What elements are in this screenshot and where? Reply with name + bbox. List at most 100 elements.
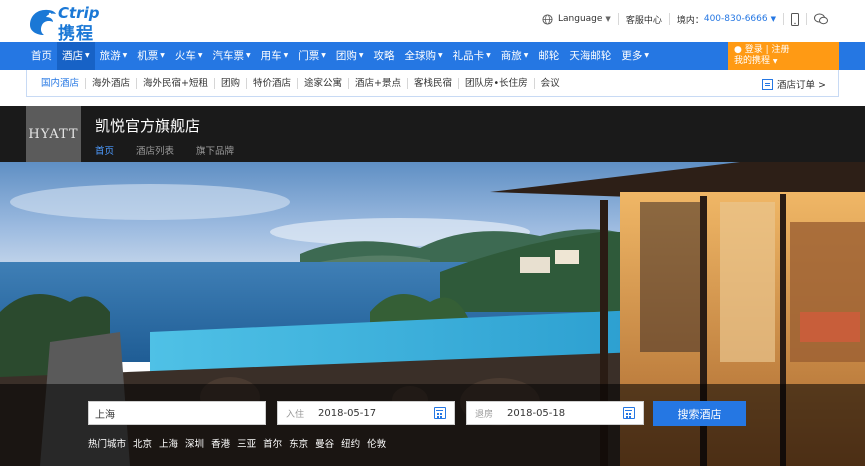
nav-item[interactable]: 更多 ▼ [616,42,654,70]
calendar-icon[interactable] [434,407,446,419]
top-right-links: Language ▼ 客服中心 境内： 400-830-6666 ▼ [535,11,835,27]
language-label: Language [558,14,603,24]
brand-tab[interactable]: 酒店列表 [136,143,174,157]
hot-city-link[interactable]: 伦敦 [367,436,386,450]
chevron-down-icon: ▼ [644,52,649,59]
hot-city-link[interactable]: 北京 [133,436,152,450]
hot-city-link[interactable]: 深圳 [185,436,204,450]
login-row: ● 登录 | 注册 [734,45,833,56]
hot-city-link[interactable]: 香港 [211,436,230,450]
sub-nav-items: 国内酒店 海外酒店 海外民宿+短租 团购 特价酒店 途家公寓 酒店+景点 客栈民宿 团队房•长住… [27,70,838,96]
nav-item-label: 更多 [621,50,643,62]
destination-value: 上海 [95,409,115,421]
nav-item[interactable]: 火车 ▼ [170,42,208,70]
sub-nav-item[interactable]: 特价酒店 [246,77,297,89]
checkin-label: 入住 [286,409,305,420]
nav-item[interactable]: 天海邮轮 [564,42,616,70]
nav-item[interactable]: 用车 ▼ [256,42,294,70]
logo-text-cn: 携程 [58,24,94,44]
checkout-label: 退房 [475,409,494,420]
hotel-orders-link[interactable]: 酒店订单 > [762,77,826,91]
nav-item[interactable]: 旅游 ▼ [95,42,133,70]
destination-input[interactable]: 上海 [88,401,266,425]
nav-item[interactable]: 礼品卡 ▼ [448,42,496,70]
nav-item-label: 团购 [335,50,357,62]
my-ctrip-row[interactable]: 我的携程 ▼ [734,56,833,67]
chevron-down-icon: ▼ [197,52,203,59]
phone-selector[interactable]: 境内： 400-830-6666 ▼ [668,13,783,26]
hotel-orders-label: 酒店订单 > [777,80,826,91]
hot-city-link[interactable]: 纽约 [341,436,360,450]
chevron-down-icon: ▼ [160,52,165,59]
chevron-down-icon: ▼ [486,52,491,59]
nav-item-label: 全球购 [404,50,437,62]
nav-item[interactable]: 邮轮 [533,42,564,70]
nav-item-label: 天海邮轮 [569,50,612,62]
sub-nav-item[interactable]: 海外民宿+短租 [136,77,214,89]
chevron-down-icon: ▼ [438,52,443,59]
hyatt-logo[interactable]: HYATT [26,106,81,162]
sub-nav-item[interactable]: 海外酒店 [85,77,136,89]
ctrip-logo[interactable]: Ctrip 携程 [26,4,110,44]
checkin-date-input[interactable]: 入住 2018-05-17 [277,401,455,425]
hot-cities-label: 热门城市 [88,439,127,450]
phone-prefix: 境内： [676,15,704,26]
sub-nav-item[interactable]: 会议 [533,77,566,89]
nav-item-label: 攻略 [373,50,395,62]
chevron-down-icon: ▼ [122,52,128,59]
wechat-icon [814,13,828,25]
service-center-link[interactable]: 客服中心 [617,13,669,26]
nav-item[interactable]: 全球购 ▼ [400,42,448,70]
nav-item-label: 汽车票 [212,50,245,62]
nav-item-label: 首页 [31,50,52,62]
nav-item-label: 礼品卡 [452,50,485,62]
nav-item[interactable]: 团购 ▼ [331,42,369,70]
hot-city-link[interactable]: 东京 [289,436,308,450]
sub-nav-item[interactable]: 团队房•长住房 [458,77,534,89]
wechat-link[interactable] [806,13,835,25]
calendar-icon[interactable] [623,407,635,419]
globe-icon [542,13,553,25]
brand-tab[interactable]: 首页 [95,143,114,157]
nav-item[interactable]: 首页 [26,42,57,70]
chevron-down-icon: ▼ [246,52,251,59]
account-box[interactable]: ● 登录 | 注册 我的携程 ▼ [728,42,839,71]
chevron-down-icon: ▼ [523,52,529,59]
chevron-down-icon: ▼ [283,52,289,59]
mobile-phone-icon [791,12,799,26]
sub-nav-item[interactable]: 团购 [214,77,246,89]
hot-city-link[interactable]: 首尔 [263,436,282,450]
order-list-icon [762,78,774,90]
nav-item[interactable]: 酒店 ▼ [57,42,95,70]
top-bar: Ctrip 携程 Language ▼ 客服中心 境内： 400-830-666… [0,0,865,44]
nav-item[interactable]: 门票 ▼ [293,42,331,70]
nav-item[interactable]: 汽车票 ▼ [208,42,256,70]
register-link[interactable]: 注册 [772,45,790,55]
nav-item[interactable]: 商旅 ▼ [496,42,534,70]
nav-item-label: 旅游 [99,50,121,62]
hot-city-link[interactable]: 上海 [159,436,178,450]
sub-nav-item[interactable]: 客栈民宿 [407,77,458,89]
phone-number: 400-830-6666 [703,14,768,24]
hot-city-link[interactable]: 曼谷 [315,436,334,450]
service-label: 客服中心 [625,15,662,26]
nav-item[interactable]: 机票 ▼ [132,42,170,70]
checkout-date-input[interactable]: 退房 2018-05-18 [466,401,644,425]
sub-nav-item[interactable]: 途家公寓 [297,77,348,89]
chevron-down-icon: ▼ [321,52,326,59]
checkin-value: 2018-05-17 [318,407,377,419]
nav-item[interactable]: 攻略 [369,42,400,70]
sub-nav-item[interactable]: 国内酒店 [35,78,85,89]
sub-nav-item[interactable]: 酒店+景点 [348,77,407,89]
mobile-app-link[interactable] [783,12,806,26]
brand-tab[interactable]: 旗下品牌 [196,143,234,157]
hot-city-link[interactable]: 三亚 [237,436,256,450]
chevron-down-icon: ▼ [605,15,611,23]
language-selector[interactable]: Language ▼ [535,13,618,25]
chevron-down-icon: ▼ [772,58,778,65]
search-hotels-button[interactable]: 搜索酒店 [653,401,746,426]
chevron-down-icon: ▼ [85,52,90,59]
nav-item-label: 机票 [137,50,159,62]
login-link[interactable]: 登录 [745,45,763,55]
hot-cities: 热门城市 北京 上海 深圳 香港 三亚 首尔 东京 曼谷 纽约 伦敦 [88,436,393,450]
